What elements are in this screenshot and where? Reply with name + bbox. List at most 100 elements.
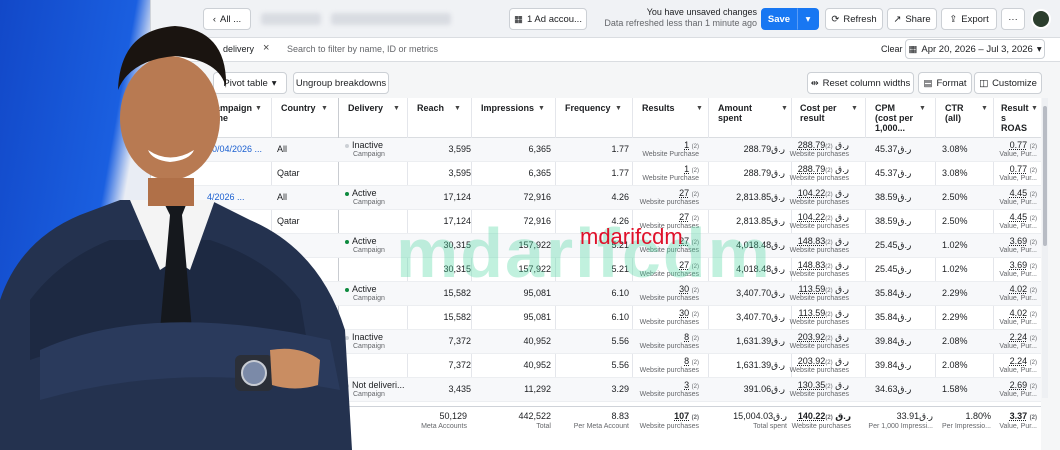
delivery-sub: Campaign [353, 391, 385, 398]
date-range-button[interactable]: ▦ Apr 20, 2026 – Jul 3, 2026 ▾ [905, 39, 1045, 59]
customize-icon: ◫ [979, 77, 989, 89]
table-row[interactable]: Qatar 3,595 6,365 1.77 1 (2) Website Purchase… [151, 162, 1041, 186]
pivot-table-button[interactable]: Pivot table ▾ [213, 72, 287, 94]
ctr-cell: 1.58% [942, 384, 968, 394]
more-button[interactable]: ··· [1001, 8, 1025, 30]
export-icon: ⇪ [949, 13, 958, 25]
cpr-cell: 203.92 ر.ق (2) [798, 332, 849, 343]
results-sub: Website purchases [639, 319, 699, 326]
cpr-cell: 113.59 ر.ق (2) [798, 284, 849, 295]
ctr-cell: 1.02% [942, 264, 968, 274]
reset-column-widths-button[interactable]: ⇹ Reset column widths [807, 72, 914, 94]
roas-cell: 2.69 (2) [1010, 380, 1037, 390]
sort-icon[interactable]: ▼ [321, 105, 328, 112]
total-cpm-value: 33.91 [896, 411, 920, 421]
save-button[interactable]: Save [761, 8, 797, 30]
col-impressions[interactable]: Impressions [481, 103, 534, 113]
col-cost-per-result[interactable]: Cost per result [800, 103, 837, 123]
col-ctr[interactable]: CTR (all) [945, 103, 964, 123]
sort-icon[interactable]: ▼ [393, 105, 400, 112]
roas-value: 4.02 [1009, 308, 1028, 318]
cpr-value: 203.92 [797, 356, 826, 366]
currency: ر.ق [771, 216, 785, 226]
col-cpm[interactable]: CPM (cost per 1,000... [875, 103, 913, 133]
table-row[interactable]: 4/2026 ... All 17,124 72,916 4.26 Active Campa… [151, 186, 1041, 210]
cpm-value: 38.59 [875, 216, 898, 226]
col-reach[interactable]: Reach [417, 103, 444, 113]
close-icon[interactable]: × [263, 42, 269, 54]
results-value: 8 [684, 332, 690, 342]
col-country[interactable]: Country [281, 103, 316, 113]
format-button[interactable]: ▤ Format [918, 72, 972, 94]
header-line: ampaign [215, 103, 253, 113]
total-roas: 3.37 (2) [1010, 411, 1037, 421]
chevron-down-icon: ▾ [1036, 43, 1042, 55]
blurred-breadcrumb [261, 13, 321, 25]
ad-accounts-button[interactable]: ▦ 1 Ad accou... [509, 8, 587, 30]
all-dropdown-button[interactable]: ‹ All ... [203, 8, 251, 30]
customize-button[interactable]: ◫ Customize [974, 72, 1042, 94]
footnote: (2) [825, 144, 833, 150]
sort-icon[interactable]: ▼ [1031, 105, 1038, 112]
currency: ر.ق [771, 312, 785, 322]
sort-icon[interactable]: ▼ [981, 105, 988, 112]
amount-cell: 1,631.39ر.ق [736, 360, 785, 371]
sort-icon[interactable]: ▼ [919, 105, 926, 112]
roas-value: 4.45 [1009, 188, 1028, 198]
footnote: (2) [1029, 264, 1037, 270]
footnote: (2) [1029, 384, 1037, 390]
table-row[interactable]: 7,372 40,952 5.56 Inactive Campaign 8 (2) Webs… [151, 330, 1041, 354]
vertical-scrollbar[interactable] [1042, 98, 1048, 398]
roas-cell: 2.24 (2) [1010, 356, 1037, 366]
total-results-value: 107 [674, 411, 690, 421]
sort-icon[interactable]: ▼ [696, 105, 703, 112]
roas-sub: Value, Pur... [999, 319, 1037, 326]
ungroup-breakdowns-button[interactable]: Ungroup breakdowns [293, 72, 389, 94]
campaign-name-link[interactable]: 4/2026 ... [207, 192, 245, 202]
share-icon: ↗ [893, 13, 902, 25]
col-results-roas[interactable]: Result s ROAS [1001, 103, 1029, 133]
sort-icon[interactable]: ▼ [538, 105, 545, 112]
sort-icon[interactable]: ▼ [615, 105, 622, 112]
delivery-sub: Campaign [353, 295, 385, 302]
clear-button[interactable]: Clear [881, 44, 903, 54]
sort-icon[interactable]: ▼ [454, 105, 461, 112]
sort-icon[interactable]: ▼ [851, 105, 858, 112]
impressions-cell: 40,952 [523, 360, 551, 370]
col-campaign-name[interactable]: ampaign me [215, 103, 252, 123]
filter-bar: delivery × Search to filter by name, ID … [151, 38, 1060, 62]
currency: ر.ق [771, 168, 785, 178]
table-row[interactable]: 15,582 95,081 6.10 30 (2) Website purchases 3… [151, 306, 1041, 330]
blurred-breadcrumb-2 [331, 13, 451, 25]
table-row[interactable]: 3,435 11,292 3.29 Not deliveri... Campaign 3 … [151, 378, 1041, 402]
footnote: (2) [825, 336, 833, 342]
search-input[interactable]: Search to filter by name, ID or metrics [287, 44, 438, 54]
col-delivery[interactable]: Delivery [348, 103, 383, 113]
col-frequency[interactable]: Frequency [565, 103, 611, 113]
date-range-label: Apr 20, 2026 – Jul 3, 2026 [921, 43, 1033, 55]
status-dot-icon [345, 143, 349, 148]
currency: ر.ق [771, 240, 785, 250]
total-amount-value: 15,004.03 [733, 411, 774, 421]
share-button[interactable]: ↗ Share [887, 8, 937, 30]
campaign-name-link[interactable]: 20/04/2026 ... [207, 144, 262, 154]
table-row[interactable]: 7,372 40,952 5.56 8 (2) Website purchases 1,6… [151, 354, 1041, 378]
scrollbar-thumb[interactable] [1043, 106, 1047, 246]
col-results[interactable]: Results [642, 103, 675, 113]
results-sub: Website Purchase [642, 151, 699, 158]
header-line: Cost per [800, 103, 837, 113]
cpm-cell: 45.37ر.ق [875, 144, 911, 155]
refresh-button[interactable]: ⟳ Refresh [825, 8, 883, 30]
avatar[interactable] [1031, 9, 1051, 29]
currency: ر.ق [897, 312, 912, 322]
sort-icon[interactable]: ▼ [781, 105, 788, 112]
save-dropdown-button[interactable]: ▾ [797, 8, 819, 30]
col-amount-spent[interactable]: Amount spent [718, 103, 752, 123]
cpr-sub: Website purchases [789, 175, 849, 182]
total-reach-sub: Meta Accounts [421, 423, 467, 430]
export-button[interactable]: ⇪ Export [941, 8, 997, 30]
results-sub: Website purchases [639, 295, 699, 302]
table-row[interactable]: 20/04/2026 ... All 3,595 6,365 1.77 Inactive C… [151, 138, 1041, 162]
sort-icon[interactable]: ▼ [255, 105, 262, 112]
footnote: (2) [1029, 144, 1037, 150]
